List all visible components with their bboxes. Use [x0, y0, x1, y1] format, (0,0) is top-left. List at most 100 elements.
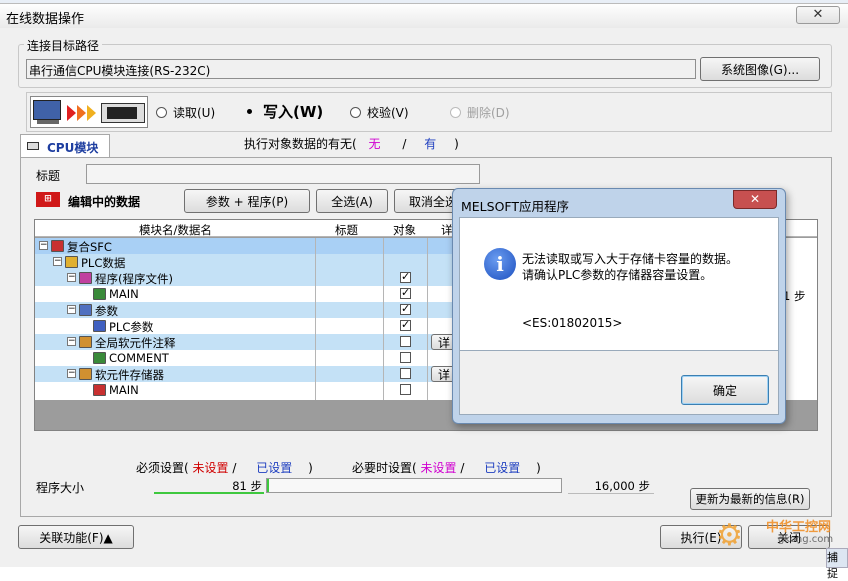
header-target: 对象	[393, 223, 416, 237]
tree-node-label: MAIN	[109, 287, 139, 301]
table-row[interactable]: − 软元件存储器详	[35, 366, 469, 382]
table-row[interactable]: COMMENT	[35, 350, 469, 366]
tree-node-label: MAIN	[109, 383, 139, 397]
table-row[interactable]: MAIN	[35, 382, 469, 398]
required-unset: 未设置	[192, 461, 229, 475]
tree-node-icon	[93, 352, 106, 364]
watermark: ⚙ 中华工控网 gkong.com	[716, 514, 836, 556]
table-row[interactable]: − 全局软元件注释详	[35, 334, 469, 350]
program-size-used: 81 步	[232, 479, 262, 493]
header-detail: 详	[441, 223, 453, 237]
table-row[interactable]: − PLC数据	[35, 254, 469, 270]
select-all-button[interactable]: 全选(A)	[316, 189, 388, 213]
dialog-message-line1: 无法读取或写入大于存储卡容量的数据。	[522, 252, 739, 266]
target-checkbox[interactable]	[400, 368, 411, 379]
row-step-value: 1 步	[783, 289, 806, 303]
dialog-error-code: <ES:01802015>	[522, 316, 623, 330]
program-size-total: 16,000 步	[594, 479, 650, 493]
exist-close: )	[454, 137, 459, 151]
target-checkbox[interactable]	[400, 286, 411, 299]
collapse-toggle-icon[interactable]: −	[67, 273, 76, 282]
exist-indicator: 执行对象数据的有无( 无 / 有 )	[244, 135, 459, 152]
table-row[interactable]: PLC参数	[35, 318, 469, 334]
optional-unset: 未设置	[420, 461, 457, 475]
table-row[interactable]: − 参数	[35, 302, 469, 318]
tree-node-label: 参数	[95, 304, 118, 318]
collapse-toggle-icon[interactable]: −	[39, 241, 48, 250]
message-dialog: MELSOFT应用程序 ✕ i 无法读取或写入大于存储卡容量的数据。 请确认PL…	[452, 188, 786, 424]
dialog-message-line2: 请确认PLC参数的存储器容量设置。	[522, 268, 713, 282]
radio-verify[interactable]: 校验(V)	[350, 104, 409, 121]
param-program-button[interactable]: 参数 + 程序(P)	[184, 189, 310, 213]
target-checkbox[interactable]	[400, 336, 411, 347]
tree-node-icon	[79, 304, 92, 316]
target-checkbox[interactable]	[400, 384, 411, 395]
dialog-body: i 无法读取或写入大于存储卡容量的数据。 请确认PLC参数的存储器容量设置。 <…	[459, 217, 779, 351]
column-separator	[383, 238, 384, 400]
radio-read-label: 读取(U)	[173, 106, 216, 120]
cpu-icon	[27, 142, 39, 150]
target-checkbox[interactable]	[400, 270, 411, 283]
required-label: 必须设置(	[136, 461, 189, 475]
exist-none: 无	[368, 137, 381, 151]
dialog-close-button[interactable]: ✕	[733, 190, 777, 209]
watermark-sub: gkong.com	[778, 534, 834, 545]
tree-node-icon	[79, 272, 92, 284]
exist-sep: /	[402, 137, 407, 151]
dialog-title: MELSOFT应用程序	[461, 199, 570, 214]
tree-node-label: PLC参数	[109, 320, 154, 334]
pc-to-plc-icon	[30, 96, 148, 128]
table-row[interactable]: − 复合SFC	[35, 238, 469, 254]
radio-verify-dot	[350, 107, 361, 118]
table-row[interactable]: MAIN	[35, 286, 469, 302]
related-functions-button[interactable]: 关联功能(F)▲	[18, 525, 134, 549]
title-input[interactable]	[86, 164, 480, 184]
radio-delete-dot	[450, 107, 461, 118]
collapse-toggle-icon[interactable]: −	[67, 369, 76, 378]
tree-node-label: 全局软元件注释	[95, 336, 176, 350]
target-checkbox[interactable]	[400, 302, 411, 315]
tab-cpu-module[interactable]: CPU模块	[20, 134, 110, 158]
radio-delete[interactable]: 删除(D)	[450, 104, 510, 121]
radio-read-dot	[156, 107, 167, 118]
radio-delete-label: 删除(D)	[467, 106, 510, 120]
table-row[interactable]: − 程序(程序文件)	[35, 270, 469, 286]
tree-node-icon	[51, 240, 64, 252]
required-close: )	[308, 461, 313, 475]
collapse-toggle-icon[interactable]: −	[67, 337, 76, 346]
optional-settings: 必要时设置( 未设置 / 已设置 )	[352, 459, 541, 476]
optional-close: )	[536, 461, 541, 475]
close-icon: ✕	[749, 192, 761, 206]
program-size-total-box: 16,000 步	[568, 476, 654, 494]
tree-node-icon	[79, 368, 92, 380]
required-set: 已设置	[256, 461, 293, 475]
tree-node-icon	[65, 256, 78, 268]
header-name: 模块名/数据名	[139, 223, 212, 237]
editing-data-icon: ⊞	[36, 192, 60, 207]
tree-node-icon	[93, 320, 106, 332]
connection-path-value: 串行通信CPU模块连接(RS-232C)	[29, 64, 211, 78]
system-image-button[interactable]: 系统图像(G)...	[700, 57, 820, 81]
tree-node-icon	[93, 384, 106, 396]
close-icon: ✕	[812, 7, 824, 22]
radio-write-dot	[244, 106, 255, 117]
radio-write[interactable]: 写入(W)	[244, 101, 323, 122]
collapse-toggle-icon[interactable]: −	[53, 257, 62, 266]
radio-verify-label: 校验(V)	[367, 106, 409, 120]
refresh-button[interactable]: 更新为最新的信息(R)	[690, 488, 810, 510]
connection-path-field: 串行通信CPU模块连接(RS-232C)	[26, 59, 696, 79]
watermark-text: 中华工控网	[766, 520, 832, 535]
dialog-ok-button[interactable]: 确定	[681, 375, 769, 405]
collapse-toggle-icon[interactable]: −	[67, 305, 76, 314]
target-checkbox[interactable]	[400, 318, 411, 331]
connection-group-label: 连接目标路径	[24, 37, 103, 54]
tree-node-label: COMMENT	[109, 351, 169, 365]
window-close-button[interactable]: ✕	[796, 6, 840, 24]
optional-label: 必要时设置(	[352, 461, 417, 475]
target-checkbox[interactable]	[400, 352, 411, 363]
column-separator	[427, 238, 428, 400]
optional-set: 已设置	[484, 461, 521, 475]
optional-sep: /	[460, 461, 465, 475]
info-icon: i	[484, 248, 516, 280]
radio-read[interactable]: 读取(U)	[156, 104, 215, 121]
